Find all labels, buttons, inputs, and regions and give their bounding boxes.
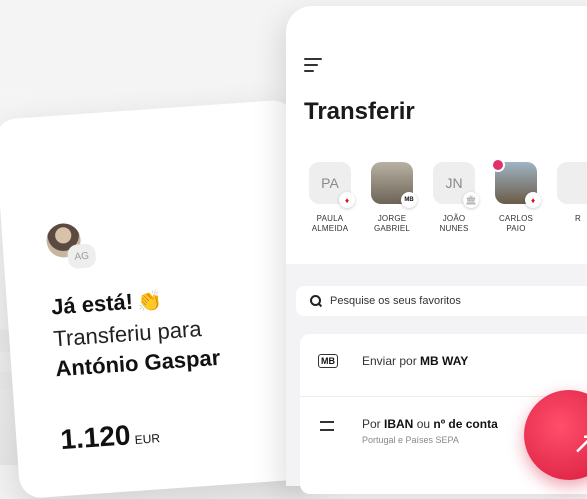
santander-icon: ♦ [339,192,355,208]
page-title: Transferir [304,98,415,125]
contact-carlos-paio[interactable]: ♦ CARLOS PAIO [486,158,546,234]
arrow-up-right-icon: ↗ [572,427,587,460]
contact-name: PAULA ALMEIDA [300,214,360,234]
option-label-bold: MB WAY [420,354,469,368]
contact-initials: PA [321,175,339,191]
contact-name-line2: GABRIEL [373,224,411,233]
contact-name-line2: ALMEIDA [311,224,349,233]
search-placeholder: Pesquise os seus favoritos [330,295,461,307]
contact-avatar: MB [371,162,417,208]
clapping-hands-icon: 👏 [136,289,163,314]
option-label-prefix: Enviar por [362,354,421,368]
contact-initials: JN [445,175,463,191]
success-headline-text: Já está! [50,288,134,320]
send-by-mbway-option[interactable]: MB Enviar por MB WAY [300,334,587,394]
contact-name: CARLOS PAIO [486,214,546,234]
contact-name: R [548,214,587,224]
option-label: Por IBAN ou nº de conta [362,417,498,431]
contact-jorge-gabriel[interactable]: MB JORGE GABRIEL [362,162,422,234]
transfer-amount: 1.120 EUR [59,417,160,456]
menu-icon[interactable] [304,58,322,72]
santander-icon: ♦ [525,192,541,208]
mb-icon: MB [401,192,417,208]
search-icon [310,295,323,308]
option-label-middle: ou [413,417,434,431]
mbway-icon: MB [318,354,342,372]
contact-partial[interactable]: R [548,162,587,224]
contact-paula-almeida[interactable]: PA ♦ PAULA ALMEIDA [300,162,360,234]
avatar-initials: AG [66,243,97,270]
bank-icon: 🏛 [463,192,479,208]
contact-name: JOÃO NUNES [424,214,484,234]
contact-name-line2: NUNES [439,224,469,233]
mb-logo: MB [318,354,338,368]
contact-joao-nunes[interactable]: JN 🏛 JOÃO NUNES [424,162,484,234]
contact-avatar [557,162,587,204]
option-label-bold2: nº de conta [433,417,498,431]
contact-name-line1: PAULA [316,214,344,223]
contact-name-line1: CARLOS [498,214,534,223]
contact-name-line1: R [575,214,581,223]
contact-avatar: ♦ [491,158,541,208]
contact-name-line1: JOÃO [442,214,466,223]
option-label-prefix: Por [362,417,385,431]
amount-currency: EUR [134,431,161,447]
contact-avatar: PA ♦ [309,162,355,208]
contact-avatar: JN 🏛 [433,162,479,208]
transfer-success-card: AG Já está! 👏 Transferiu para António Gas… [0,99,320,499]
contact-name: JORGE GABRIEL [362,214,422,234]
contact-name-line2: PAIO [506,224,526,233]
contact-name-line1: JORGE [377,214,407,223]
recipient-avatar: AG [45,220,108,274]
amount-value: 1.120 [59,419,132,456]
notification-dot [491,158,505,172]
option-sublabel: Portugal e Países SEPA [362,435,459,445]
option-label-bold: IBAN [384,417,414,431]
transfer-arrows-icon [318,415,338,439]
option-label: Enviar por MB WAY [362,354,468,368]
search-input[interactable]: Pesquise os seus favoritos [296,286,587,316]
success-headline: Já está! 👏 [50,287,162,321]
favorite-contacts: PA ♦ PAULA ALMEIDA MB JORGE GABRIEL JN 🏛 [300,158,587,252]
